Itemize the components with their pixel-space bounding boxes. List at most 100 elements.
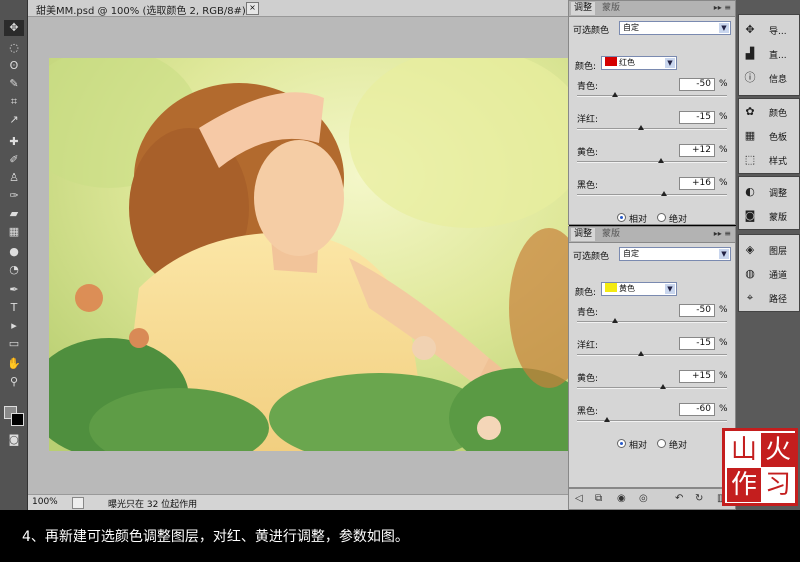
radio-relative[interactable]: [617, 439, 626, 448]
slider-label: 黄色:: [577, 374, 599, 384]
slider-track[interactable]: [577, 161, 727, 163]
slider-label: 黑色:: [577, 407, 599, 417]
photo-canvas[interactable]: [49, 58, 569, 451]
slider-value-input[interactable]: -50: [679, 304, 715, 317]
slider-value-input[interactable]: -50: [679, 78, 715, 91]
radio-absolute[interactable]: [657, 439, 666, 448]
crop-tool-icon[interactable]: ⌗: [4, 94, 24, 110]
previous-state-icon[interactable]: ↶: [675, 493, 683, 504]
slider-thumb[interactable]: [637, 351, 644, 356]
blur-tool-icon[interactable]: ●: [4, 244, 24, 260]
dock-swatches[interactable]: ▦ 色板: [743, 127, 799, 145]
preset-dropdown[interactable]: 自定 ▼: [619, 21, 731, 35]
slider-value-input[interactable]: +12: [679, 144, 715, 157]
stamp-tool-icon[interactable]: ♙: [4, 170, 24, 186]
brush-tool-icon[interactable]: ✐: [4, 152, 24, 168]
dock-info[interactable]: ⓘ 信息: [743, 69, 799, 87]
quick-select-tool-icon[interactable]: ✎: [4, 76, 24, 92]
panel-footer: ◁ ⧉ ◉ ◎ ↶ ↻ ▥: [568, 488, 736, 510]
dock-paths[interactable]: ⌖ 路径: [743, 289, 799, 307]
slider-value-input[interactable]: +16: [679, 177, 715, 190]
visibility-icon[interactable]: ◎: [639, 493, 648, 504]
slider-track[interactable]: [577, 321, 727, 323]
dock-histogram[interactable]: ▟ 直...: [743, 45, 799, 63]
radio-absolute-label: 绝对: [669, 441, 688, 451]
slider-track[interactable]: [577, 354, 727, 356]
dock-masks[interactable]: ◙ 蒙版: [743, 207, 799, 225]
slider-value-input[interactable]: -15: [679, 111, 715, 124]
radio-relative[interactable]: [617, 213, 626, 222]
eyedropper-tool-icon[interactable]: ↗: [4, 112, 24, 128]
healing-brush-tool-icon[interactable]: ✚: [4, 134, 24, 150]
eraser-tool-icon[interactable]: ▰: [4, 206, 24, 222]
slider-thumb[interactable]: [658, 158, 664, 163]
slider-label: 洋红:: [577, 341, 599, 351]
slider-track[interactable]: [577, 420, 727, 422]
slider-value-input[interactable]: +15: [679, 370, 715, 383]
gradient-tool-icon[interactable]: ▦: [4, 224, 24, 240]
color-dropdown[interactable]: 红色 ▼: [601, 56, 677, 70]
preset-dropdown[interactable]: 自定 ▼: [619, 247, 731, 261]
masks-icon: ◙: [744, 209, 756, 222]
move-tool-icon[interactable]: ✥: [4, 20, 24, 36]
slider-thumb[interactable]: [611, 92, 618, 97]
marquee-tool-icon[interactable]: ◌: [4, 40, 24, 56]
tab-masks[interactable]: 蒙版: [599, 228, 623, 241]
eye-icon[interactable]: ◉: [617, 493, 626, 504]
hand-tool-icon[interactable]: ✋: [4, 356, 24, 372]
slider-value-input[interactable]: -60: [679, 403, 715, 416]
status-bar: 100% 曝光只在 32 位起作用: [28, 494, 568, 510]
slider-thumb[interactable]: [611, 318, 618, 323]
background-color-swatch[interactable]: [11, 413, 24, 426]
shape-tool-icon[interactable]: ▭: [4, 336, 24, 352]
back-arrow-icon[interactable]: ◁: [575, 493, 583, 504]
color-swatch: [605, 57, 617, 66]
status-menu-icon[interactable]: [72, 497, 84, 509]
chevron-down-icon: ▼: [719, 23, 729, 33]
clip-icon[interactable]: ⧉: [595, 493, 602, 504]
reset-icon[interactable]: ↻: [695, 493, 703, 504]
dock-navigator[interactable]: ✥ 导...: [743, 21, 799, 39]
dock-layers[interactable]: ◈ 图层: [743, 241, 799, 259]
slider-thumb[interactable]: [660, 384, 667, 389]
zoom-tool-icon[interactable]: ⚲: [4, 374, 24, 390]
adjustments-panel-yellow: 调整 蒙版 ▸▸ ≡ 可选颜色 自定 ▼ 颜色: 黄色 ▼ 青色: -50% 洋红: -15% 黄色: +1…: [568, 226, 736, 488]
lasso-tool-icon[interactable]: ʘ: [4, 58, 24, 74]
document-title: 甜美MM.psd @ 100% (选取颜色 2, RGB/8#) *: [36, 6, 255, 17]
styles-icon: ⬚: [744, 153, 756, 166]
dock-color[interactable]: ✿ 颜色: [743, 103, 799, 121]
dock-styles[interactable]: ⬚ 样式: [743, 151, 799, 169]
path-select-tool-icon[interactable]: ▸: [4, 318, 24, 334]
slider-track[interactable]: [577, 128, 727, 130]
tab-adjustments[interactable]: 调整: [571, 228, 596, 241]
channels-icon: ◍: [745, 267, 755, 280]
slider-track[interactable]: [577, 194, 727, 196]
slider-value-input[interactable]: -15: [679, 337, 715, 350]
radio-absolute[interactable]: [657, 213, 666, 222]
radio-relative-label: 相对: [629, 441, 648, 451]
document-tab[interactable]: 甜美MM.psd @ 100% (选取颜色 2, RGB/8#) * ×: [28, 0, 568, 17]
dock-adjustments[interactable]: ◐ 调整: [743, 183, 799, 201]
history-brush-tool-icon[interactable]: ✑: [4, 188, 24, 204]
pen-tool-icon[interactable]: ✒: [4, 282, 24, 298]
zoom-level[interactable]: 100%: [32, 497, 58, 507]
color-dropdown[interactable]: 黄色 ▼: [601, 282, 677, 296]
quick-mask-icon[interactable]: ◙: [4, 432, 24, 448]
slider-track[interactable]: [577, 387, 727, 389]
navigator-icon: ✥: [745, 23, 755, 36]
slider-thumb[interactable]: [661, 191, 667, 196]
dodge-tool-icon[interactable]: ◔: [4, 262, 24, 278]
tab-adjustments[interactable]: 调整: [571, 2, 596, 15]
type-tool-icon[interactable]: T: [4, 300, 24, 316]
adjustments-panel-red: 调整 蒙版 ▸▸ ≡ 可选颜色 自定 ▼ 颜色: 红色 ▼ 青色: -50% 洋红: -15% 黄色: +1…: [568, 0, 736, 225]
slider-thumb[interactable]: [604, 417, 610, 422]
slider-thumb[interactable]: [637, 125, 644, 130]
percent-label: %: [719, 371, 728, 381]
slider-track[interactable]: [577, 95, 727, 97]
dock-channels[interactable]: ◍ 通道: [743, 265, 799, 283]
panel-menu-icon[interactable]: ▸▸ ≡: [714, 229, 731, 238]
tab-masks[interactable]: 蒙版: [599, 2, 623, 15]
slider-label: 洋红:: [577, 115, 599, 125]
panel-menu-icon[interactable]: ▸▸ ≡: [714, 3, 731, 12]
close-icon[interactable]: ×: [246, 2, 259, 15]
